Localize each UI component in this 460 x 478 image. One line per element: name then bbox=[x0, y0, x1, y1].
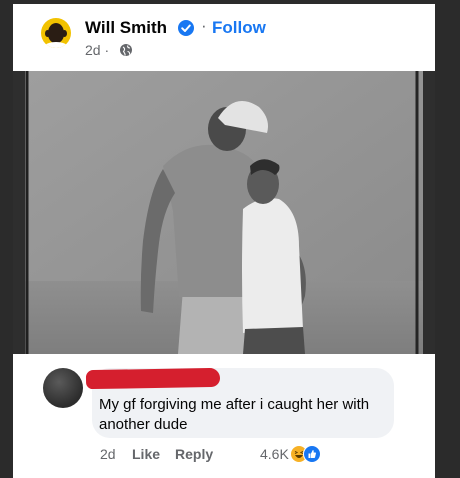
comment-time[interactable]: 2d bbox=[100, 446, 116, 462]
separator-dot: · bbox=[201, 16, 207, 35]
avatar-face bbox=[48, 23, 64, 43]
post-timestamp[interactable]: 2d · bbox=[85, 42, 109, 58]
author-avatar[interactable] bbox=[41, 18, 71, 48]
verified-badge-icon bbox=[178, 20, 194, 36]
commenter-avatar[interactable] bbox=[43, 368, 83, 408]
woman-pants bbox=[243, 327, 305, 354]
man-pants bbox=[178, 289, 249, 354]
thumbs-up-icon bbox=[308, 450, 317, 458]
globe-icon bbox=[120, 44, 132, 56]
woman-shirt bbox=[242, 198, 303, 333]
author-name[interactable]: Will Smith bbox=[85, 18, 167, 38]
like-reaction-icon bbox=[303, 445, 321, 463]
comment-text: My gf forgiving me after i caught her wi… bbox=[99, 396, 370, 433]
post-card: Will Smith · Follow 2d · My gf forgiving… bbox=[13, 4, 435, 478]
reaction-count[interactable]: 4.6K bbox=[260, 446, 289, 462]
post-photo[interactable] bbox=[13, 71, 435, 354]
reply-button[interactable]: Reply bbox=[175, 446, 213, 462]
avatar-shirt bbox=[44, 42, 68, 48]
follow-button[interactable]: Follow bbox=[212, 18, 266, 38]
like-button[interactable]: Like bbox=[132, 446, 160, 462]
redacted-commenter-name bbox=[85, 367, 221, 390]
checkmark-icon bbox=[181, 24, 191, 32]
